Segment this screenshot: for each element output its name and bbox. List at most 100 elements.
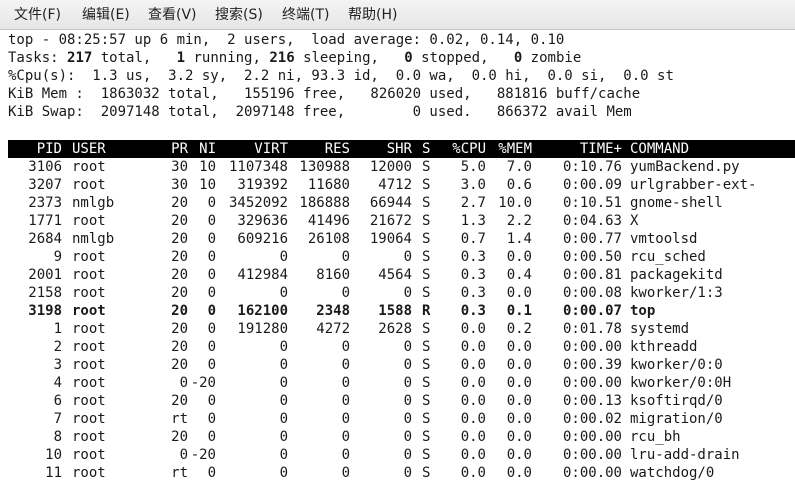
cell-user: root [72, 249, 106, 265]
cell-virt: 0 [279, 285, 288, 301]
column-header-shr: SHR [386, 141, 412, 157]
menu-file[interactable]: 文件(F) [14, 6, 61, 24]
cell-mem: 0.0 [506, 465, 532, 481]
cell-time: 0:00.00 [562, 465, 622, 481]
cell-command: urlgrabber-ext- [630, 177, 757, 193]
cell-shr: 0 [403, 429, 412, 445]
menu-view[interactable]: 查看(V) [148, 6, 197, 24]
cell-time: 0:01.78 [562, 321, 622, 337]
cell-pr: 20 [171, 267, 188, 283]
table-row: 11 root rt 0 0 0 0 S 0.0 0.0 0:00.00 watchdog/0 [8, 464, 795, 482]
cell-mem: 1.4 [506, 231, 532, 247]
cell-virt: 191280 [237, 321, 288, 337]
cell-command: kworker/0:0H [630, 375, 732, 391]
cell-pid: 3198 [28, 303, 62, 319]
menu-edit[interactable]: 编辑(E) [82, 6, 130, 24]
cell-user: root [72, 321, 106, 337]
cell-state: S [422, 195, 431, 211]
menu-help[interactable]: 帮助(H) [348, 6, 397, 24]
cell-res: 11680 [307, 177, 350, 193]
table-row: 1 root 20 0 191280 4272 2628 S 0.0 0.2 0:01.78 syst… [8, 320, 795, 338]
cell-cpu: 2.7 [460, 195, 486, 211]
cell-ni: 10 [199, 159, 216, 175]
cell-res: 186888 [299, 195, 350, 211]
tasks-label: Tasks: [8, 50, 59, 66]
cell-res: 0 [341, 411, 350, 427]
cell-user: root [72, 303, 106, 319]
cell-res: 0 [341, 429, 350, 445]
cell-shr: 0 [403, 411, 412, 427]
cell-state: S [422, 159, 431, 175]
cell-user: root [72, 375, 106, 391]
cell-user: root [72, 177, 106, 193]
cell-mem: 0.2 [506, 321, 532, 337]
cell-state: S [422, 267, 431, 283]
cell-command: systemd [630, 321, 690, 337]
cell-shr: 0 [403, 447, 412, 463]
cell-shr: 66944 [369, 195, 412, 211]
cell-pr: 0 [179, 447, 188, 463]
cell-user: root [72, 267, 106, 283]
cell-virt: 0 [279, 429, 288, 445]
menu-terminal[interactable]: 终端(T) [282, 6, 329, 24]
column-header-state: S [422, 141, 431, 157]
cell-pid: 6 [53, 393, 62, 409]
cell-ni: 0 [207, 249, 216, 265]
cell-cpu: 0.0 [460, 339, 486, 355]
cell-ni: -20 [190, 375, 216, 391]
tasks-total: 217 [67, 50, 93, 66]
cell-state: S [422, 357, 431, 373]
menu-search[interactable]: 搜索(S) [215, 6, 263, 24]
cell-cpu: 5.0 [460, 159, 486, 175]
process-table-header: PID USER PR NI VIRT RES SHR S %CPU %MEM TIME+ COMMA… [8, 140, 795, 158]
column-header-command: COMMAND [630, 141, 690, 157]
cell-pid: 2684 [28, 231, 62, 247]
cell-cpu: 0.0 [460, 321, 486, 337]
cell-pr: 20 [171, 231, 188, 247]
cell-cpu: 0.3 [460, 267, 486, 283]
tasks-line: Tasks: 217 total, 1 running, 216 sleepin… [8, 49, 581, 67]
cell-user: root [72, 339, 106, 355]
cell-user: root [72, 393, 106, 409]
table-row: 3106 root 30 10 1107348 130988 12000 S 5.0 7.0 0:1… [8, 158, 795, 176]
cell-pr: 20 [171, 321, 188, 337]
cell-shr: 0 [403, 375, 412, 391]
cell-virt: 412984 [237, 267, 288, 283]
terminal-output[interactable]: top - 08:25:57 up 6 min, 2 users, load a… [8, 31, 795, 496]
cell-mem: 0.0 [506, 429, 532, 445]
cell-virt: 609216 [237, 231, 288, 247]
cell-shr: 0 [403, 357, 412, 373]
tasks-text-4: stopped, [412, 50, 514, 66]
cell-state: S [422, 231, 431, 247]
cell-cpu: 0.0 [460, 429, 486, 445]
table-row: 3198 root 20 0 162100 2348 1588 R 0.3 0.1 0:00.07 t… [8, 302, 795, 320]
cell-mem: 2.2 [506, 213, 532, 229]
cell-pr: 20 [171, 393, 188, 409]
cell-cpu: 0.3 [460, 303, 486, 319]
cell-mem: 0.1 [506, 303, 532, 319]
cell-state: S [422, 285, 431, 301]
uptime-line: top - 08:25:57 up 6 min, 2 users, load a… [8, 32, 565, 48]
cell-user: root [72, 285, 106, 301]
cell-virt: 1107348 [228, 159, 288, 175]
cell-cpu: 0.3 [460, 249, 486, 265]
table-row: 1771 root 20 0 329636 41496 21672 S 1.3 2.2 0:04.6… [8, 212, 795, 230]
column-header-virt: VIRT [254, 141, 288, 157]
cell-shr: 0 [403, 465, 412, 481]
cell-command: top [630, 303, 656, 319]
cell-pr: 20 [171, 303, 188, 319]
cell-state: S [422, 375, 431, 391]
cell-ni: 0 [207, 321, 216, 337]
cell-shr: 2628 [378, 321, 412, 337]
column-header-mem: %MEM [498, 141, 532, 157]
cell-shr: 0 [403, 285, 412, 301]
cell-time: 0:00.00 [562, 447, 622, 463]
cell-pr: 20 [171, 213, 188, 229]
table-row: 2684 nmlgb 20 0 609216 26108 19064 S 0.7 1.4 0:00.… [8, 230, 795, 248]
mem-line: KiB Mem : 1863032 total, 155196 free, 82… [8, 86, 641, 102]
cell-state: S [422, 177, 431, 193]
cell-time: 0:00.00 [562, 339, 622, 355]
cell-state: R [422, 303, 431, 319]
cell-ni: 0 [207, 195, 216, 211]
cell-time: 0:00.00 [562, 429, 622, 445]
